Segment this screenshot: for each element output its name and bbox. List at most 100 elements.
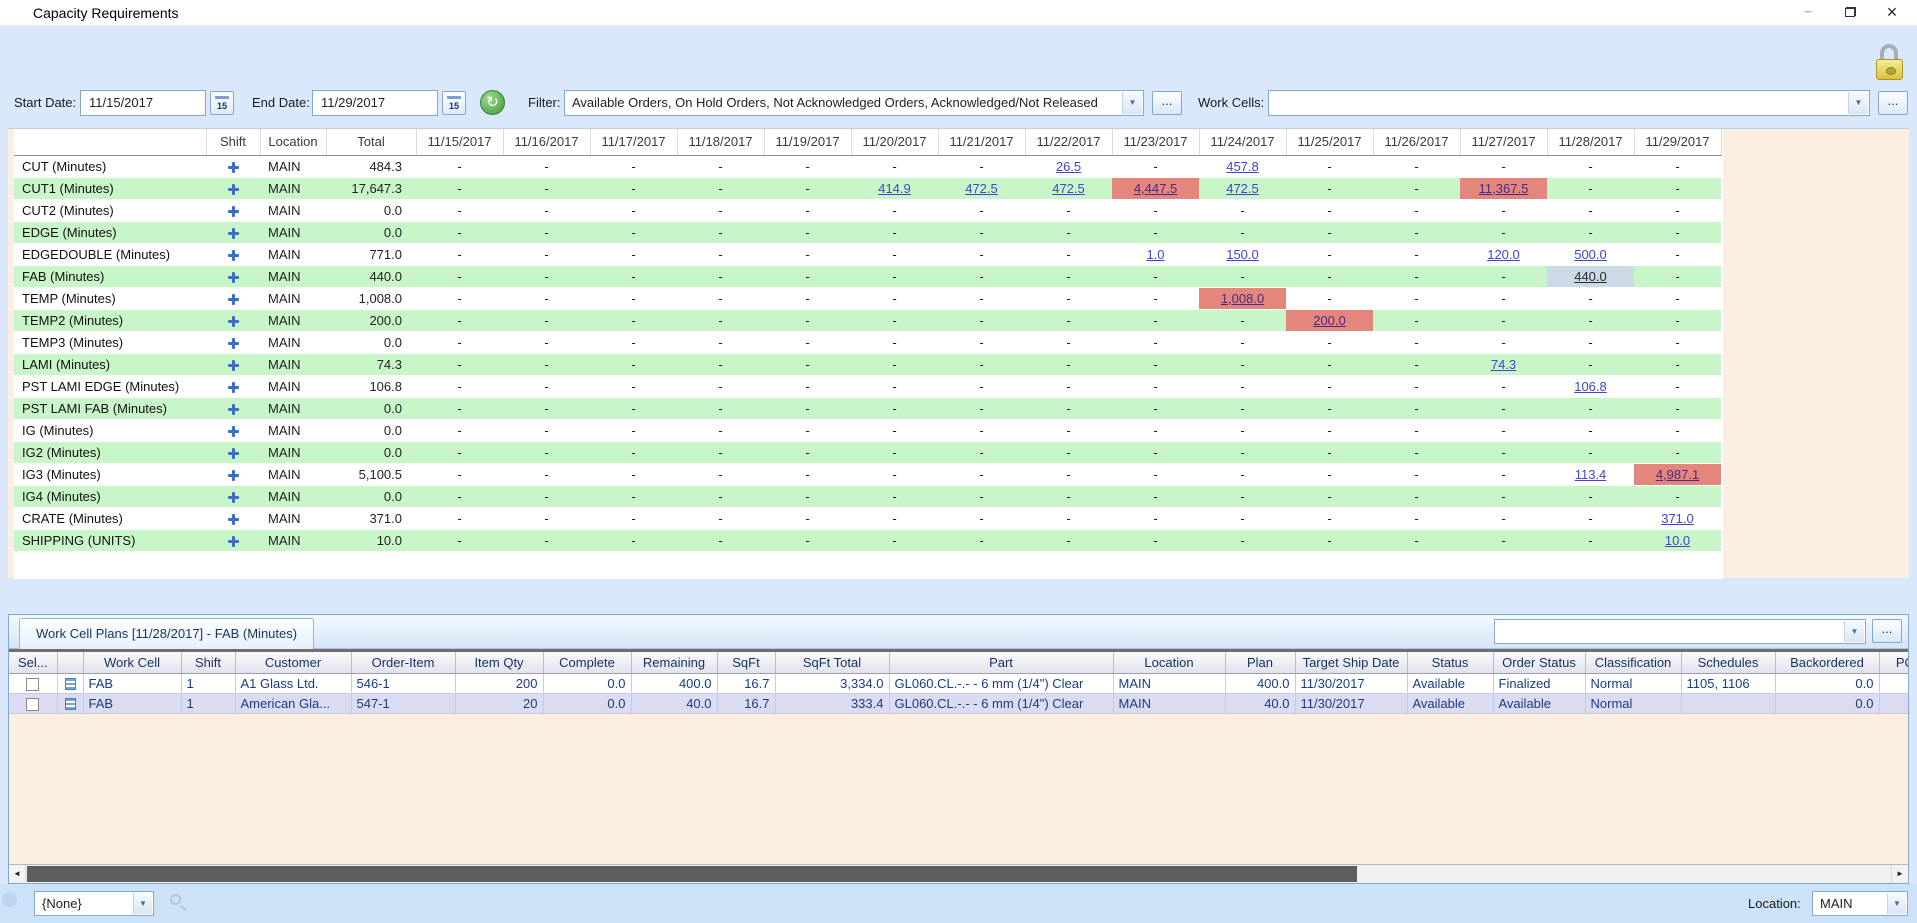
- add-shift-icon[interactable]: [228, 206, 239, 217]
- capacity-date-header[interactable]: 11/21/2017: [938, 129, 1025, 155]
- plan-col-header[interactable]: Part: [889, 652, 1113, 673]
- add-shift-icon[interactable]: [228, 294, 239, 305]
- add-shift-icon[interactable]: [228, 338, 239, 349]
- filter-ellipsis-button[interactable]: ...: [1152, 91, 1182, 115]
- chevron-down-icon[interactable]: [1844, 621, 1864, 642]
- capacity-value-link[interactable]: 1.0: [1146, 247, 1164, 262]
- add-shift-icon[interactable]: [228, 470, 239, 481]
- capacity-value-link[interactable]: 120.0: [1487, 247, 1520, 262]
- preset-dropdown[interactable]: {None}: [34, 891, 154, 916]
- capacity-date-header[interactable]: 11/28/2017: [1547, 129, 1634, 155]
- add-shift-icon[interactable]: [228, 360, 239, 371]
- capacity-value-link[interactable]: 106.8: [1574, 379, 1607, 394]
- capacity-value-link[interactable]: 457.8: [1226, 159, 1259, 174]
- search-icon[interactable]: [170, 894, 181, 905]
- plan-col-header[interactable]: SqFt Total: [775, 652, 889, 673]
- add-shift-icon[interactable]: [228, 184, 239, 195]
- capacity-value-link[interactable]: 74.3: [1491, 357, 1516, 372]
- capacity-value-link[interactable]: 26.5: [1056, 159, 1081, 174]
- plan-col-header[interactable]: Shift: [181, 652, 235, 673]
- scroll-left-icon[interactable]: [9, 865, 26, 883]
- capacity-value-link[interactable]: 440.0: [1574, 269, 1607, 284]
- refresh-icon[interactable]: [480, 90, 505, 115]
- plan-col-header[interactable]: PO Nun: [1879, 652, 1908, 673]
- capacity-date-header[interactable]: 11/24/2017: [1199, 129, 1286, 155]
- capacity-value-link[interactable]: 472.5: [1052, 181, 1085, 196]
- plan-col-header[interactable]: Work Cell: [83, 652, 181, 673]
- add-shift-icon[interactable]: [228, 250, 239, 261]
- add-shift-icon[interactable]: [228, 492, 239, 503]
- capacity-col-header[interactable]: Shift: [206, 129, 260, 155]
- plan-col-header[interactable]: Customer: [235, 652, 351, 673]
- scroll-right-icon[interactable]: [1891, 865, 1908, 883]
- capacity-date-header[interactable]: 11/23/2017: [1112, 129, 1199, 155]
- work-cells-dropdown[interactable]: [1268, 90, 1870, 116]
- minimize-icon[interactable]: [1787, 0, 1829, 26]
- plan-col-header[interactable]: Remaining: [631, 652, 717, 673]
- capacity-date-header[interactable]: 11/27/2017: [1460, 129, 1547, 155]
- capacity-date-header[interactable]: 11/19/2017: [764, 129, 851, 155]
- tab-work-cell-plans[interactable]: Work Cell Plans [11/28/2017] - FAB (Minu…: [19, 618, 314, 649]
- row-detail-icon[interactable]: [65, 698, 76, 710]
- capacity-date-header[interactable]: 11/15/2017: [416, 129, 503, 155]
- add-shift-icon[interactable]: [228, 536, 239, 547]
- add-shift-icon[interactable]: [228, 426, 239, 437]
- chevron-down-icon[interactable]: [1122, 92, 1142, 114]
- close-icon[interactable]: [1871, 0, 1913, 26]
- plan-col-header[interactable]: Schedules: [1681, 652, 1775, 673]
- capacity-col-header[interactable]: [14, 129, 206, 155]
- plan-col-header[interactable]: Location: [1113, 652, 1225, 673]
- row-detail-icon[interactable]: [65, 678, 76, 690]
- capacity-value-link[interactable]: 113.4: [1575, 467, 1607, 482]
- chevron-down-icon[interactable]: [1848, 92, 1868, 114]
- plan-col-header[interactable]: Sel...: [9, 652, 57, 673]
- start-date-input[interactable]: 11/15/2017: [80, 90, 206, 116]
- add-shift-icon[interactable]: [228, 162, 239, 173]
- capacity-value-link[interactable]: 10.0: [1665, 533, 1690, 548]
- plan-row[interactable]: FAB1A1 Glass Ltd.546-12000.0400.016.73,3…: [9, 673, 1908, 693]
- add-shift-icon[interactable]: [228, 272, 239, 283]
- add-shift-icon[interactable]: [228, 448, 239, 459]
- end-date-input[interactable]: 11/29/2017: [312, 90, 438, 116]
- capacity-date-header[interactable]: 11/26/2017: [1373, 129, 1460, 155]
- plan-col-header[interactable]: Plan: [1225, 652, 1295, 673]
- plan-row[interactable]: FAB1American Gla...547-1200.040.016.7333…: [9, 693, 1908, 713]
- add-shift-icon[interactable]: [228, 228, 239, 239]
- select-checkbox[interactable]: [26, 698, 39, 711]
- capacity-col-header[interactable]: Total: [326, 129, 416, 155]
- location-dropdown[interactable]: MAIN: [1812, 891, 1908, 916]
- horizontal-scrollbar[interactable]: [9, 864, 1908, 883]
- select-checkbox[interactable]: [26, 678, 39, 691]
- work-cells-ellipsis-button[interactable]: ...: [1878, 91, 1908, 115]
- capacity-date-header[interactable]: 11/29/2017: [1634, 129, 1721, 155]
- restore-icon[interactable]: [1829, 0, 1871, 26]
- chevron-down-icon[interactable]: [133, 893, 152, 914]
- capacity-value-link[interactable]: 4,447.5: [1134, 181, 1177, 196]
- plan-col-header[interactable]: Complete: [543, 652, 631, 673]
- capacity-value-link[interactable]: 4,987.1: [1656, 467, 1699, 482]
- add-shift-icon[interactable]: [228, 404, 239, 415]
- plan-col-header[interactable]: SqFt: [717, 652, 775, 673]
- capacity-value-link[interactable]: 150.0: [1226, 247, 1259, 262]
- capacity-value-link[interactable]: 414.9: [878, 181, 911, 196]
- add-shift-icon[interactable]: [228, 316, 239, 327]
- capacity-date-header[interactable]: 11/18/2017: [677, 129, 764, 155]
- capacity-col-header[interactable]: Location: [260, 129, 326, 155]
- chevron-down-icon[interactable]: [1887, 893, 1906, 914]
- plan-col-header[interactable]: Target Ship Date: [1295, 652, 1407, 673]
- capacity-date-header[interactable]: 11/20/2017: [851, 129, 938, 155]
- capacity-date-header[interactable]: 11/25/2017: [1286, 129, 1373, 155]
- capacity-date-header[interactable]: 11/16/2017: [503, 129, 590, 155]
- plan-col-header[interactable]: Order-Item: [351, 652, 455, 673]
- plan-col-header[interactable]: Classification: [1585, 652, 1681, 673]
- capacity-date-header[interactable]: 11/17/2017: [590, 129, 677, 155]
- capacity-date-header[interactable]: 11/22/2017: [1025, 129, 1112, 155]
- scrollbar-thumb[interactable]: [27, 866, 1357, 882]
- capacity-value-link[interactable]: 472.5: [1226, 181, 1259, 196]
- add-shift-icon[interactable]: [228, 514, 239, 525]
- capacity-value-link[interactable]: 200.0: [1313, 313, 1346, 328]
- capacity-value-link[interactable]: 1,008.0: [1221, 291, 1264, 306]
- capacity-value-link[interactable]: 472.5: [965, 181, 998, 196]
- plan-col-header[interactable]: Status: [1407, 652, 1493, 673]
- plan-filter-dropdown[interactable]: [1494, 619, 1866, 644]
